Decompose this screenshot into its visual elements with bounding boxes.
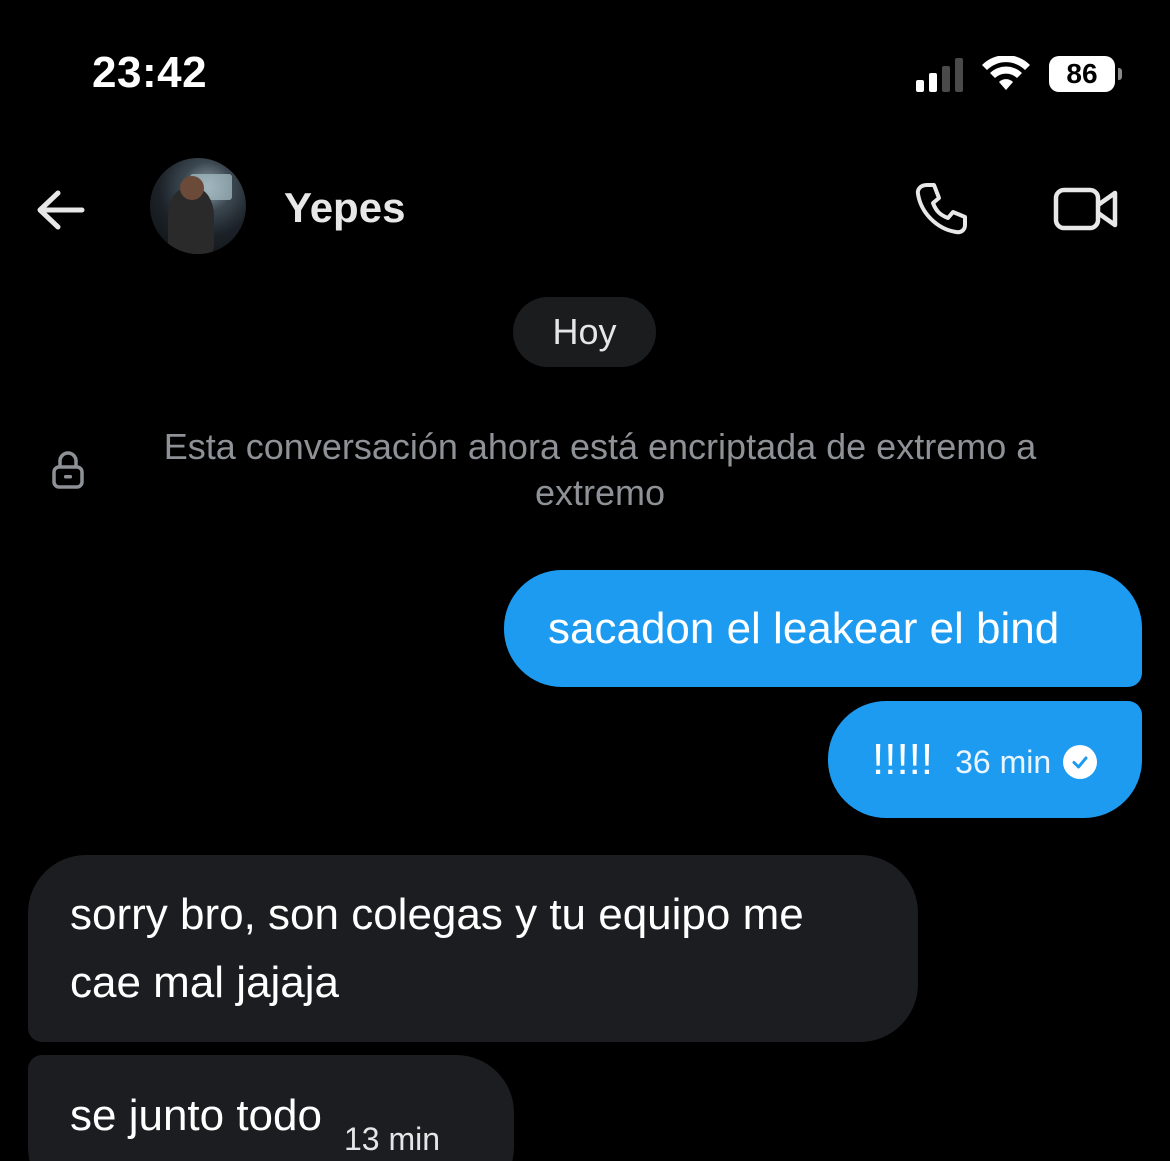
message-meta: 36 min — [955, 742, 1098, 782]
back-button[interactable] — [30, 180, 90, 240]
status-time: 23:42 — [92, 48, 208, 97]
message-time: 13 min — [343, 1121, 441, 1157]
phone-icon — [915, 183, 967, 235]
chat-screen: 23:42 86 Yepes Hoy Esta conversación aho… — [0, 0, 1170, 1161]
avatar-head — [180, 176, 204, 200]
sent-check-icon — [1063, 744, 1098, 779]
status-icons: 86 — [916, 52, 1122, 96]
video-camera-icon — [1053, 187, 1118, 231]
contact-avatar[interactable] — [150, 158, 246, 254]
arrow-left-icon — [37, 190, 85, 230]
battery-indicator: 86 — [1049, 56, 1122, 92]
video-call-button[interactable] — [1050, 176, 1122, 242]
wifi-icon — [982, 56, 1030, 90]
message-bubble-incoming[interactable]: sorry bro, son colegas y tu equipo me ca… — [28, 855, 918, 1042]
message-text: sacadon el leakear el bind — [548, 603, 1060, 653]
message-text: se junto todo — [70, 1091, 322, 1140]
battery-level: 86 — [1066, 58, 1098, 89]
contact-name[interactable]: Yepes — [284, 184, 405, 232]
message-time: 36 min — [955, 743, 1052, 780]
lock-icon — [52, 451, 84, 489]
cellular-signal-icon — [916, 56, 963, 92]
message-bubble-incoming[interactable]: se junto todo 13 min — [28, 1055, 514, 1161]
message-bubble-outgoing[interactable]: sacadon el leakear el bind — [504, 570, 1142, 687]
day-separator: Hoy — [513, 297, 656, 367]
encryption-notice: Esta conversación ahora está encriptada … — [163, 426, 1037, 513]
message-text: sorry bro, son colegas y tu equipo me ca… — [70, 890, 804, 1007]
call-button[interactable] — [908, 176, 974, 242]
message-bubble-outgoing[interactable]: !!!!! 36 min — [828, 701, 1142, 818]
message-text: !!!!! — [872, 734, 934, 784]
